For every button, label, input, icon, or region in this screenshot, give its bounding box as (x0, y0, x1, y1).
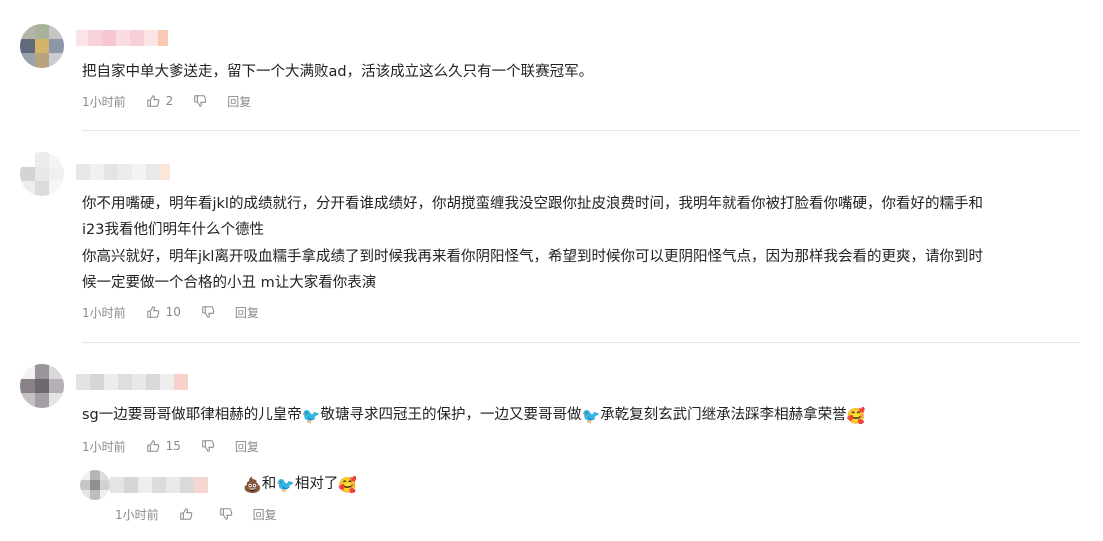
avatar[interactable] (80, 470, 110, 500)
comment-time: 1小时前 (82, 305, 126, 320)
reply-time: 1小时前 (115, 507, 159, 522)
reply-text-part: 相对了 (294, 476, 339, 492)
thumbs-down-icon (194, 95, 207, 107)
like-count: 10 (165, 305, 181, 319)
thumbs-up-icon (146, 440, 159, 452)
comment-text: 你高兴就好，明年jkl离开吸血糯手拿成绩了到时候我再来看你阴阳怪气，希望到时候你… (82, 249, 983, 265)
thumbs-down-icon (202, 306, 215, 318)
username-blurred[interactable] (76, 374, 188, 390)
comment-meta: 1小时前 15 回复 (82, 436, 259, 456)
bird-icon: 🐦 (581, 407, 601, 425)
comment-time: 1小时前 (82, 94, 126, 109)
comment-meta: 1小时前 2 回复 (82, 91, 251, 111)
comment-text: 候一定要做一个合格的小丑 m让大家看你表演 (82, 275, 377, 291)
username-blurred[interactable] (110, 477, 208, 493)
comment-text: 你不用嘴硬，明年看jkl的成绩就行，分开看谁成绩好，你胡搅蛮缠我没空跟你扯皮浪费… (82, 196, 983, 212)
poop-icon: 💩 (243, 476, 262, 494)
reply-meta: 1小时前 回复 (115, 504, 277, 524)
reply-text-part: 和 (261, 476, 277, 492)
comment-text: 把自家中单大爹送走，留下一个大满败ad，活该成立这么久只有一个联赛冠军。 (82, 64, 594, 80)
like-button[interactable]: 15 (146, 439, 181, 453)
reply-button[interactable]: 回复 (235, 438, 259, 455)
reply-button[interactable]: 回复 (235, 304, 259, 321)
dislike-button[interactable] (201, 439, 215, 453)
divider (82, 130, 1080, 131)
reply-button[interactable]: 回复 (253, 506, 277, 523)
smiling-face-icon: 🥰 (338, 476, 358, 494)
comment-meta: 1小时前 10 回复 (82, 302, 259, 322)
avatar[interactable] (20, 152, 64, 196)
bird-icon: 🐦 (301, 407, 321, 425)
dislike-button[interactable] (201, 305, 215, 319)
thumbs-up-icon (146, 306, 159, 318)
comment-text-part: 承乾复刻玄武门继承法踩李相赫拿荣誉 (600, 407, 847, 423)
thumbs-up-icon (146, 95, 159, 107)
comment-time: 1小时前 (82, 439, 126, 454)
like-button[interactable]: 10 (146, 305, 181, 319)
comment-text-part: sg一边要哥哥做耶律相赫的儿皇帝 (82, 407, 302, 423)
avatar[interactable] (20, 364, 64, 408)
bird-icon: 🐦 (276, 476, 295, 494)
reply-text: 💩和🐦相对了🥰 (243, 470, 357, 499)
like-count: 15 (165, 439, 181, 453)
username-blurred[interactable] (76, 30, 168, 46)
comment-text-part: 敬瑭寻求四冠王的保护，一边又要哥哥做 (320, 407, 582, 423)
reply-button[interactable]: 回复 (227, 93, 251, 110)
like-count: 2 (165, 94, 174, 108)
dislike-button[interactable] (219, 507, 233, 521)
thumbs-down-icon (202, 440, 215, 452)
thumbs-up-icon (179, 508, 192, 520)
like-button[interactable]: 2 (146, 94, 174, 108)
username-blurred[interactable] (76, 164, 170, 180)
thumbs-down-icon (219, 508, 232, 520)
dislike-button[interactable] (193, 94, 207, 108)
like-button[interactable] (179, 507, 199, 521)
avatar[interactable] (20, 24, 64, 68)
smiling-face-icon: 🥰 (846, 407, 866, 425)
comment-text: i23我看他们明年什么个德性 (82, 222, 264, 238)
divider (82, 342, 1080, 343)
comment-text: sg一边要哥哥做耶律相赫的儿皇帝🐦敬瑭寻求四冠王的保护，一边又要哥哥做🐦承乾复刻… (82, 401, 865, 430)
